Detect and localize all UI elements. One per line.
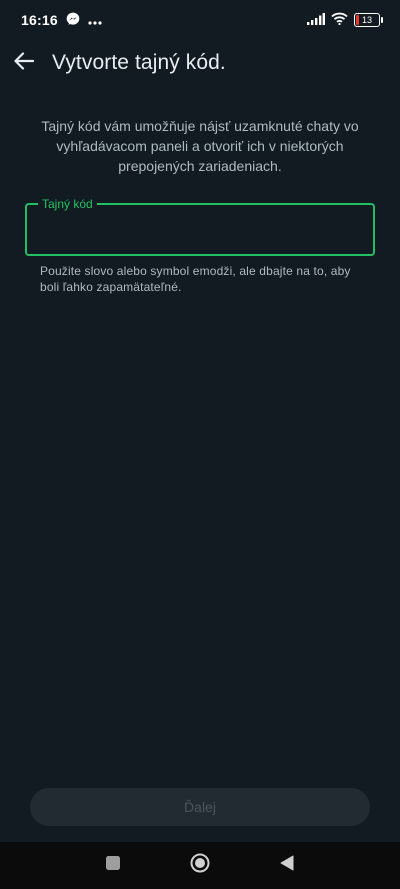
back-button[interactable] [12, 51, 36, 75]
secret-code-label: Tajný kód [38, 196, 97, 212]
secret-code-field[interactable]: Tajný kód [25, 196, 375, 256]
wifi-icon [331, 12, 348, 28]
status-bar: 16:16 13 [0, 0, 400, 40]
description-text: Tajný kód vám umožňuje nájsť uzamknuté c… [41, 118, 359, 174]
secret-code-input[interactable] [41, 219, 355, 243]
circle-icon [190, 853, 210, 878]
next-button[interactable]: Ďalej [30, 788, 370, 826]
battery-fill [356, 15, 359, 25]
home-button[interactable] [180, 846, 220, 886]
triangle-back-icon [280, 855, 294, 876]
signal-icon [307, 12, 325, 28]
recents-button[interactable] [93, 846, 133, 886]
system-nav-bar [0, 842, 400, 889]
square-icon [106, 856, 120, 875]
app-bar: Vytvorte tajný kód. [0, 40, 400, 86]
messenger-icon [66, 12, 80, 29]
helper-text: Použite slovo alebo symbol emodži, ale d… [40, 264, 351, 294]
page-title: Vytvorte tajný kód. [52, 51, 226, 74]
arrow-back-icon [14, 51, 35, 75]
battery-level: 13 [361, 15, 372, 25]
battery-indicator: 13 [354, 13, 383, 27]
nav-back-button[interactable] [267, 846, 307, 886]
status-time: 16:16 [21, 12, 58, 28]
more-dots-icon [88, 12, 102, 28]
